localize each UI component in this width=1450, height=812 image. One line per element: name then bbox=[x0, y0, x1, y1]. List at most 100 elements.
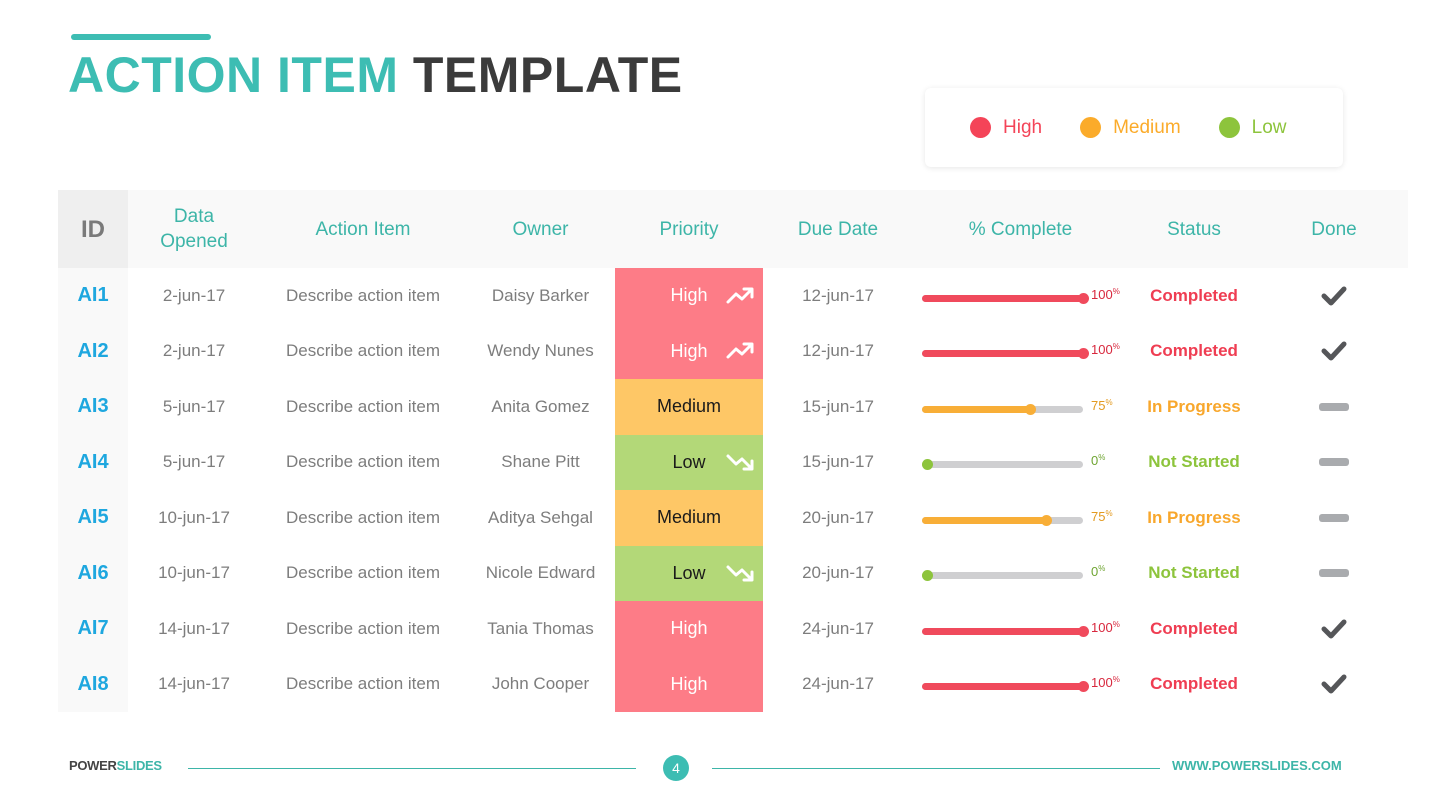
cell-done bbox=[1260, 324, 1408, 380]
cell-done bbox=[1260, 657, 1408, 713]
dash-icon bbox=[1319, 513, 1349, 522]
cell-done bbox=[1260, 268, 1408, 324]
trend-down-icon bbox=[726, 454, 754, 471]
cell-id: AI3 bbox=[58, 379, 128, 435]
cell-status: Completed bbox=[1128, 657, 1260, 713]
footer-website-link[interactable]: WWW.POWERSLIDES.COM bbox=[1172, 758, 1342, 773]
priority-label: High bbox=[670, 673, 708, 694]
progress-fill bbox=[922, 294, 1083, 302]
cell-action-item: Describe action item bbox=[285, 563, 440, 583]
header-status: Status bbox=[1167, 218, 1221, 240]
progress-fill bbox=[922, 683, 1083, 691]
legend-dot-icon bbox=[1080, 117, 1102, 138]
cell-priority: Medium bbox=[615, 379, 763, 435]
cell-owner: Tania Thomas bbox=[487, 618, 594, 638]
cell-date-opened: 2-jun-17 bbox=[162, 341, 226, 361]
priority-label: High bbox=[670, 285, 708, 306]
footer-brand-logo: POWERSLIDES bbox=[69, 758, 162, 773]
action-items-table: ID Data Opened Action Item Owner Priorit… bbox=[58, 190, 1408, 712]
legend-label: Low bbox=[1251, 116, 1287, 138]
legend-item-high: High bbox=[970, 117, 1042, 139]
cell-due-date: 20-jun-17 bbox=[802, 563, 874, 583]
status-badge: Completed bbox=[1150, 341, 1238, 361]
legend-label: High bbox=[1003, 116, 1043, 138]
cell-priority: High bbox=[615, 656, 763, 712]
header-percent-complete: % Complete bbox=[968, 218, 1073, 240]
cell-date-opened: 5-jun-17 bbox=[162, 452, 226, 472]
cell-percent-complete: 0% bbox=[913, 435, 1128, 491]
cell-action-item: Describe action item bbox=[285, 341, 440, 361]
footer-divider-right bbox=[712, 768, 1160, 769]
progress-bar bbox=[922, 625, 1089, 637]
cell-due-date: 24-jun-17 bbox=[802, 618, 874, 638]
cell-status: In Progress bbox=[1128, 490, 1260, 546]
cell-done bbox=[1260, 601, 1408, 657]
status-badge: In Progress bbox=[1147, 396, 1241, 416]
cell-action-item: Describe action item bbox=[285, 285, 440, 305]
status-badge: Completed bbox=[1150, 285, 1238, 305]
legend-item-medium: Medium bbox=[1080, 117, 1181, 139]
cell-percent-complete: 75% bbox=[913, 379, 1128, 435]
table-row: AI3 5-jun-17 Describe action item Anita … bbox=[58, 379, 1408, 435]
priority-label: Low bbox=[672, 562, 706, 583]
cell-id: AI6 bbox=[58, 545, 128, 601]
progress-fill bbox=[922, 405, 1030, 413]
table-row: AI7 14-jun-17 Describe action item Tania… bbox=[58, 601, 1408, 657]
cell-done bbox=[1260, 546, 1408, 602]
dash-icon bbox=[1319, 402, 1349, 411]
table-row: AI5 10-jun-17 Describe action item Adity… bbox=[58, 490, 1408, 546]
cell-date-opened: 5-jun-17 bbox=[162, 396, 226, 416]
cell-priority: High bbox=[615, 323, 763, 379]
legend-item-low: Low bbox=[1218, 116, 1287, 139]
progress-fill bbox=[922, 350, 1083, 358]
status-badge: Completed bbox=[1150, 618, 1238, 638]
header-done: Done bbox=[1311, 218, 1357, 240]
cell-percent-complete: 100% bbox=[913, 657, 1128, 713]
progress-track bbox=[922, 461, 1083, 469]
cell-status: Not Started bbox=[1128, 546, 1260, 602]
status-badge: Completed bbox=[1150, 674, 1238, 694]
cell-due-date: 20-jun-17 bbox=[802, 507, 874, 527]
cell-action-item: Describe action item bbox=[285, 452, 440, 472]
cell-due-date: 15-jun-17 bbox=[802, 396, 874, 416]
progress-bar bbox=[922, 570, 1083, 582]
cell-due-date: 12-jun-17 bbox=[802, 341, 874, 361]
header-data-opened: Data Opened bbox=[128, 190, 260, 268]
cell-priority: Low bbox=[615, 434, 763, 490]
progress-label: 0% bbox=[1091, 564, 1106, 580]
cell-due-date: 15-jun-17 bbox=[802, 452, 874, 472]
progress-label: 75% bbox=[1091, 508, 1113, 524]
progress-bar bbox=[922, 403, 1083, 415]
header-owner: Owner bbox=[512, 218, 569, 240]
cell-action-item: Describe action item bbox=[285, 674, 440, 694]
trend-down-icon bbox=[726, 565, 754, 582]
progress-bar bbox=[922, 514, 1083, 526]
progress-label: 100% bbox=[1091, 619, 1120, 635]
priority-label: High bbox=[670, 340, 708, 361]
cell-owner: John Cooper bbox=[491, 674, 590, 694]
progress-fill bbox=[922, 516, 1046, 524]
table-row: AI6 10-jun-17 Describe action item Nicol… bbox=[58, 545, 1408, 602]
cell-action-item: Describe action item bbox=[285, 396, 440, 416]
cell-id: AI8 bbox=[58, 656, 128, 712]
progress-knob bbox=[922, 459, 933, 471]
header-data-opened-line2: Opened bbox=[160, 231, 228, 252]
priority-label: Medium bbox=[656, 507, 722, 528]
cell-date-opened: 10-jun-17 bbox=[158, 563, 230, 583]
priority-legend: High Medium Low bbox=[925, 88, 1343, 167]
header-due-date: Due Date bbox=[797, 218, 879, 240]
cell-done bbox=[1260, 435, 1408, 491]
cell-owner: Daisy Barker bbox=[491, 285, 590, 305]
progress-track bbox=[922, 572, 1083, 580]
table-header: ID Data Opened Action Item Owner Priorit… bbox=[58, 190, 1408, 268]
header-action-item: Action Item bbox=[315, 218, 411, 240]
table-row: AI4 5-jun-17 Describe action item Shane … bbox=[58, 434, 1408, 491]
cell-date-opened: 14-jun-17 bbox=[158, 618, 230, 638]
cell-status: Completed bbox=[1128, 268, 1260, 324]
progress-bar bbox=[922, 292, 1089, 304]
cell-owner: Anita Gomez bbox=[491, 396, 590, 416]
cell-id: AI5 bbox=[58, 490, 128, 546]
progress-label: 0% bbox=[1091, 453, 1106, 469]
cell-id: AI7 bbox=[58, 601, 128, 657]
progress-label: 100% bbox=[1091, 675, 1120, 691]
